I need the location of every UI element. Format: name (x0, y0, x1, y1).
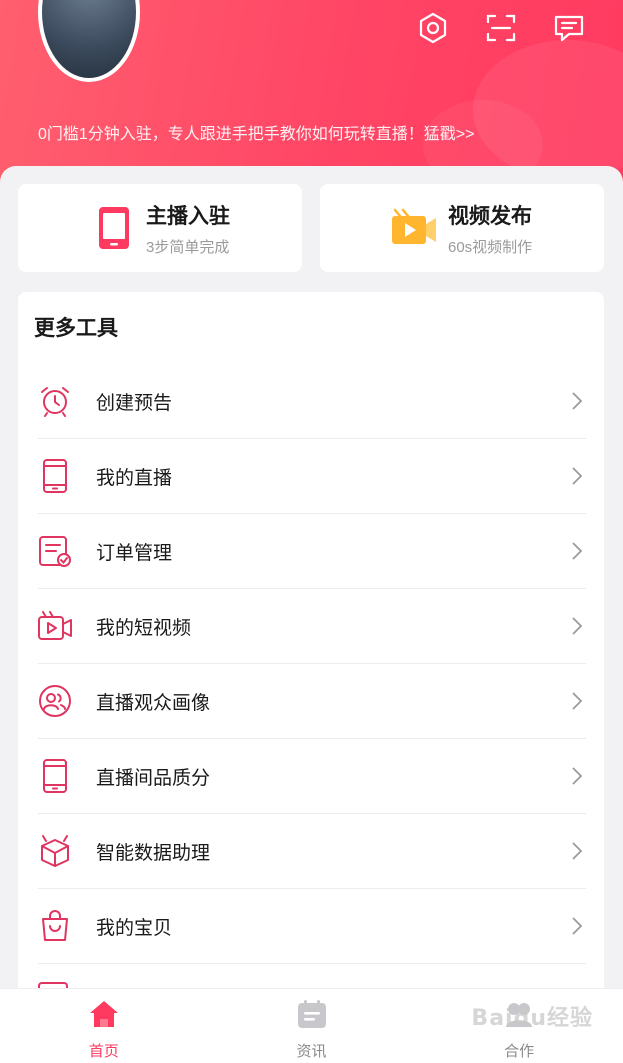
tab-news[interactable]: 资讯 (208, 989, 416, 1063)
tab-label: 合作 (504, 1043, 535, 1060)
card-subtitle: 60s视频制作 (448, 238, 533, 256)
settings-icon[interactable] (415, 10, 451, 46)
chevron-right-icon (570, 616, 584, 636)
tool-item-label: 我的短视频 (96, 617, 192, 639)
tool-item-create-preview[interactable]: 创建预告 (38, 364, 586, 439)
chevron-right-icon (570, 541, 584, 561)
tool-item-label: 直播间品质分 (96, 767, 211, 789)
tool-item-quality-score[interactable]: 直播间品质分 (38, 739, 586, 814)
video-camera-icon (390, 204, 438, 252)
tool-item-my-products[interactable]: 我的宝贝 (38, 889, 586, 964)
phone-icon (38, 459, 72, 493)
tool-item-my-live[interactable]: 我的直播 (38, 439, 586, 514)
order-list-icon (38, 534, 72, 568)
tool-item-label: 我的宝贝 (96, 917, 173, 939)
phone-icon (90, 204, 138, 252)
card-title: 视频发布 (448, 204, 532, 228)
tool-item-label: 智能数据助理 (96, 842, 211, 864)
robot-assistant-icon (38, 834, 72, 868)
watermark-logo: Baidu经验 (471, 1006, 593, 1031)
shopping-bag-icon (38, 909, 72, 943)
tab-home[interactable]: 首页 (0, 989, 208, 1063)
chevron-right-icon (570, 691, 584, 711)
tool-item-label: 创建预告 (96, 392, 173, 414)
tool-item-audience-portrait[interactable]: 直播观众画像 (38, 664, 586, 739)
tab-label: 资讯 (296, 1043, 327, 1060)
anchor-signup-card[interactable]: 主播入驻 3步简单完成 (18, 184, 302, 272)
card-title: 主播入驻 (146, 204, 230, 228)
video-play-icon (38, 609, 72, 643)
tool-item-data-assistant[interactable]: 智能数据助理 (38, 814, 586, 889)
chevron-right-icon (570, 466, 584, 486)
header-actions (415, 10, 587, 46)
tab-label: 首页 (88, 1043, 119, 1060)
audience-icon (38, 684, 72, 718)
tool-item-label: 直播观众画像 (96, 692, 211, 714)
profile-header: 0门槛1分钟入驻，专人跟进手把手教你如何玩转直播！猛戳>> (0, 0, 623, 190)
chevron-right-icon (570, 391, 584, 411)
chevron-right-icon (570, 916, 584, 936)
promo-banner-text[interactable]: 0门槛1分钟入驻，专人跟进手把手教你如何玩转直播！猛戳>> (38, 120, 475, 144)
section-title: 更多工具 (34, 317, 118, 340)
video-publish-card[interactable]: 视频发布 60s视频制作 (320, 184, 604, 272)
message-icon[interactable] (551, 10, 587, 46)
phone-icon (38, 759, 72, 793)
avatar[interactable] (38, 0, 140, 82)
card-subtitle: 3步简单完成 (146, 238, 230, 256)
chevron-right-icon (570, 766, 584, 786)
tool-item-label: 我的直播 (96, 467, 173, 489)
home-icon (88, 999, 120, 1034)
tool-item-order-management[interactable]: 订单管理 (38, 514, 586, 589)
chevron-right-icon (570, 841, 584, 861)
tool-item-my-short-video[interactable]: 我的短视频 (38, 589, 586, 664)
news-icon (296, 999, 328, 1034)
alarm-clock-icon (38, 384, 72, 418)
more-tools-panel: 更多工具 创建预告 我的直播 订单管理 我的短视频 直播观众画像 直播间品质分 … (18, 292, 604, 1012)
tool-item-label: 订单管理 (96, 542, 173, 564)
scan-icon[interactable] (483, 10, 519, 46)
